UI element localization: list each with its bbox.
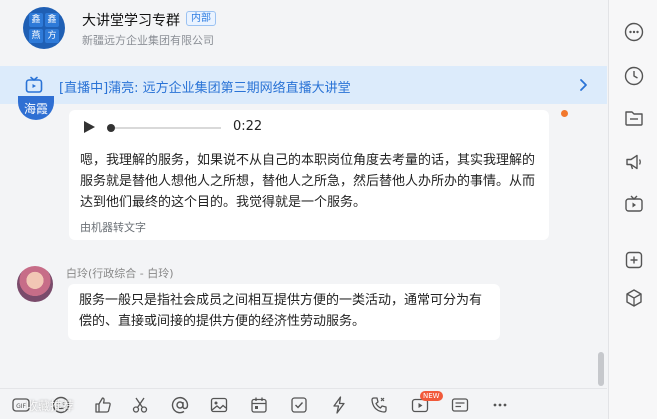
audio-progress-bar[interactable] — [115, 127, 221, 129]
chat-main: 鑫 鑫 燕 方 大讲堂学习专群 内部 新疆远方企业集团有限公司 [直播中]蒲亮:… — [0, 0, 607, 419]
history-icon[interactable] — [624, 66, 644, 86]
add-app-icon[interactable] — [624, 250, 644, 270]
group-avatar[interactable]: 鑫 鑫 燕 方 — [23, 7, 65, 49]
more-icon[interactable] — [491, 396, 509, 414]
message-text: 嗯，我理解的服务，如果说不从自己的本职岗位角度去考量的话，其实我理解的服务就是替… — [80, 153, 536, 210]
voice-duration: 0:22 — [233, 119, 263, 134]
unread-dot — [561, 110, 568, 117]
voice-message-bubble: 0:22 嗯，我理解的服务，如果说不从自己的本职岗位角度去考量的话，其实我理解的… — [69, 110, 549, 240]
avatar[interactable]: 海霞 — [18, 96, 54, 120]
audio-progress-handle[interactable] — [107, 124, 115, 132]
like-icon[interactable] — [94, 396, 112, 414]
lightning-icon[interactable] — [330, 396, 348, 414]
call-icon[interactable] — [370, 396, 388, 414]
scissors-icon[interactable] — [131, 396, 149, 414]
live-banner[interactable]: [直播中]蒲亮: 远方企业集团第三期网络直播大讲堂 — [0, 66, 607, 104]
avatar-char: 鑫 — [45, 13, 59, 27]
message-text: 服务一般只是指社会成员之间相互提供方便的一类活动，通常可分为有偿的、直接或间接的… — [79, 293, 483, 329]
text-message-bubble: 服务一般只是指社会成员之间相互提供方便的一类活动，通常可分为有偿的、直接或间接的… — [68, 284, 500, 340]
live-banner-text: [直播中]蒲亮: 远方企业集团第三期网络直播大讲堂 — [59, 81, 351, 96]
image-icon[interactable] — [210, 396, 228, 414]
avatar[interactable] — [17, 266, 53, 302]
tv-icon — [25, 76, 43, 93]
new-badge: NEW — [420, 391, 443, 401]
scrollbar[interactable] — [598, 352, 604, 386]
avatar-char: 燕 — [29, 29, 43, 43]
chevron-right-icon[interactable] — [578, 76, 590, 94]
avatar-char: 方 — [45, 29, 59, 43]
sender-name: 白玲(行政综合 - 白玲) — [66, 267, 174, 280]
svg-text:GIF: GIF — [16, 403, 26, 410]
checkbox-icon[interactable] — [290, 396, 308, 414]
calendar-icon[interactable] — [250, 396, 268, 414]
more-icon[interactable] — [624, 22, 644, 42]
internal-badge: 内部 — [186, 11, 216, 26]
chat-header: 鑫 鑫 燕 方 大讲堂学习专群 内部 新疆远方企业集团有限公司 — [0, 0, 607, 64]
tv-icon[interactable] — [624, 194, 644, 214]
group-title[interactable]: 大讲堂学习专群 — [82, 10, 180, 30]
card-icon[interactable] — [451, 396, 469, 414]
box-icon[interactable] — [624, 288, 644, 308]
watermark-text: 收藏推荐 — [26, 399, 75, 413]
avatar-char: 鑫 — [29, 13, 43, 27]
group-subtitle: 新疆远方企业集团有限公司 — [82, 34, 214, 47]
announcement-icon[interactable] — [624, 152, 644, 172]
at-icon[interactable] — [171, 396, 189, 414]
folder-icon[interactable] — [624, 108, 644, 128]
machine-transcribed-label: 由机器转文字 — [80, 221, 146, 234]
right-sidebar — [608, 0, 657, 419]
play-icon[interactable] — [82, 120, 96, 134]
